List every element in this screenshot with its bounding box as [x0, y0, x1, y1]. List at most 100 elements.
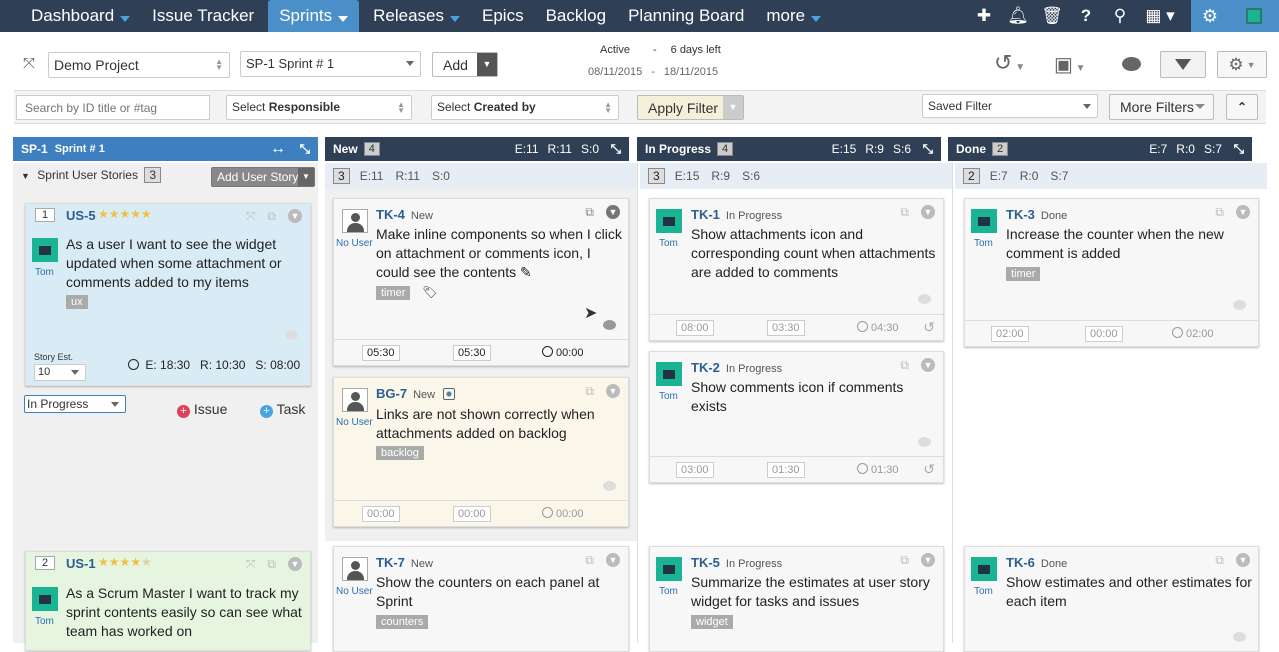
- chevron-down-icon[interactable]: ▼: [606, 553, 620, 567]
- collapse-button[interactable]: ⌃: [1226, 94, 1258, 120]
- tag[interactable]: widget: [691, 615, 733, 629]
- card-title[interactable]: Show estimates and other estimates for e…: [1006, 573, 1256, 611]
- assignee-name[interactable]: No User: [336, 238, 373, 249]
- add-user-story-button[interactable]: Add User Story ▼: [211, 167, 315, 187]
- remaining-box[interactable]: 00:00: [1085, 326, 1123, 342]
- nav-sprints[interactable]: Sprints: [268, 0, 360, 32]
- chevron-down-icon[interactable]: ▼: [288, 209, 302, 223]
- nav-planning-board[interactable]: Planning Board: [617, 0, 755, 32]
- tag[interactable]: backlog: [376, 446, 424, 460]
- copy-icon[interactable]: ⧉: [1215, 205, 1224, 220]
- responsible-select[interactable]: Select Responsible ▲ ▼: [226, 95, 412, 120]
- comment-icon[interactable]: [1233, 632, 1246, 642]
- card-id[interactable]: TK-1 In Progress: [691, 207, 782, 222]
- nav-backlog[interactable]: Backlog: [535, 0, 617, 32]
- expand-icon[interactable]: ⤧: [23, 55, 35, 72]
- comment-icon[interactable]: [603, 320, 616, 330]
- copy-icon[interactable]: ⧉: [900, 553, 909, 568]
- copy-icon[interactable]: ⧉: [585, 384, 594, 399]
- chevron-down-icon[interactable]: ▼: [921, 358, 935, 372]
- story-title[interactable]: As a user I want to see the widget updat…: [66, 235, 306, 292]
- task-card[interactable]: Tom TK-1 In Progress ⧉ ▼ Show attachments …: [649, 198, 944, 341]
- settings-button[interactable]: ⚙ ▼: [1217, 51, 1267, 78]
- estimate-box[interactable]: 00:00: [362, 506, 400, 522]
- assignee-name[interactable]: Tom: [659, 238, 678, 249]
- assignee-name[interactable]: No User: [336, 586, 373, 597]
- assignee-name[interactable]: Tom: [659, 586, 678, 597]
- chevron-down-icon[interactable]: ▼: [606, 384, 620, 398]
- search-icon[interactable]: ⚲: [1103, 6, 1137, 26]
- help-icon[interactable]: ?: [1069, 6, 1103, 26]
- filter-toggle-button[interactable]: [1160, 51, 1206, 78]
- card-title[interactable]: Show the counters on each panel at Sprin…: [376, 573, 626, 611]
- task-card[interactable]: Tom TK-3 Done ⧉ ▼ Increase the counter whe…: [964, 198, 1259, 347]
- comment-icon[interactable]: [285, 330, 298, 340]
- avatar[interactable]: [1229, 0, 1279, 32]
- story-estimate-select[interactable]: 10: [34, 364, 86, 381]
- assignee-name[interactable]: Tom: [974, 238, 993, 249]
- nav-dashboard[interactable]: Dashboard: [20, 0, 141, 32]
- assignee-name[interactable]: Tom: [35, 616, 54, 627]
- star-rating[interactable]: ★★★★★: [98, 555, 152, 569]
- assignee-name[interactable]: Tom: [659, 391, 678, 402]
- nav-issue-tracker[interactable]: Issue Tracker: [141, 0, 265, 32]
- history-icon[interactable]: ↺: [923, 461, 935, 478]
- estimate-box[interactable]: 03:00: [676, 462, 714, 478]
- chevron-down-icon[interactable]: ▼: [921, 553, 935, 567]
- chevron-down-icon[interactable]: ▼: [288, 557, 302, 571]
- add-issue-button[interactable]: + Issue: [177, 401, 227, 418]
- bell-icon[interactable]: 🔔︎: [1001, 6, 1035, 26]
- more-filters-button[interactable]: More Filters: [1109, 94, 1214, 120]
- estimate-box[interactable]: 08:00: [676, 320, 714, 336]
- card-id[interactable]: TK-2 In Progress: [691, 360, 782, 375]
- copy-icon[interactable]: ⧉: [267, 557, 276, 572]
- comment-icon[interactable]: [918, 437, 931, 447]
- chevron-down-icon[interactable]: ▼: [606, 205, 620, 219]
- copy-icon[interactable]: ⧉: [267, 209, 276, 224]
- assignee-name[interactable]: No User: [336, 417, 373, 428]
- copy-icon[interactable]: ⧉: [585, 205, 594, 220]
- compress-icon[interactable]: ⤡: [300, 141, 310, 157]
- compress-icon[interactable]: ⤡: [1234, 141, 1244, 157]
- card-title[interactable]: Show comments icon if comments exists: [691, 378, 941, 416]
- remaining-box[interactable]: 05:30: [453, 345, 491, 361]
- story-status-select[interactable]: In Progress: [24, 395, 126, 413]
- tag[interactable]: timer: [376, 286, 411, 300]
- story-title[interactable]: As a Scrum Master I want to track my spr…: [66, 584, 306, 641]
- pencil-icon[interactable]: ✎: [520, 264, 532, 280]
- task-card[interactable]: Tom TK-5 In Progress ⧉ ▼ Summarize the est…: [649, 546, 944, 652]
- search-input[interactable]: [16, 95, 210, 120]
- remaining-box[interactable]: 00:00: [453, 506, 491, 522]
- task-card[interactable]: No User TK-4 New ⧉ ▼ Make inline component…: [333, 198, 629, 366]
- copy-icon[interactable]: ⧉: [900, 358, 909, 373]
- assignee-name[interactable]: Tom: [974, 586, 993, 597]
- compress-icon[interactable]: ⤡: [611, 141, 621, 157]
- building-icon[interactable]: ▦ ▾: [1137, 6, 1183, 26]
- remaining-box[interactable]: 01:30: [767, 462, 805, 478]
- add-button[interactable]: Add ▼: [432, 52, 498, 77]
- copy-icon[interactable]: ⧉: [585, 553, 594, 568]
- pin-icon[interactable]: ⤧: [246, 557, 256, 572]
- layout-icon[interactable]: ▣ ▼: [1054, 52, 1086, 77]
- tag[interactable]: ux: [66, 295, 88, 309]
- card-title[interactable]: Make inline components so when I click o…: [376, 225, 626, 282]
- estimate-box[interactable]: 05:30: [362, 345, 400, 361]
- nav-more[interactable]: more: [755, 0, 832, 32]
- card-id[interactable]: TK-7 New: [376, 555, 433, 570]
- sprint-select[interactable]: SP-1 Sprint # 1: [240, 51, 421, 77]
- comment-icon[interactable]: [1122, 57, 1141, 71]
- caret-down-icon[interactable]: ▼: [21, 171, 30, 181]
- estimate-box[interactable]: 02:00: [991, 326, 1029, 342]
- user-story-card[interactable]: 2 US-1 ★★★★★ ⤧ ⧉ ▼ Tom As a Scrum Master I…: [25, 551, 311, 651]
- star-rating[interactable]: ★★★★★: [98, 207, 152, 221]
- story-id[interactable]: US-1: [66, 556, 96, 571]
- add-task-button[interactable]: + Task: [260, 401, 305, 418]
- card-title[interactable]: Links are not shown correctly when attac…: [376, 405, 626, 443]
- task-card[interactable]: No User TK-7 New ⧉ ▼ Show the counters on …: [333, 546, 629, 652]
- arrows-horizontal-icon[interactable]: ↔: [270, 140, 286, 158]
- card-id[interactable]: TK-4 New: [376, 207, 433, 222]
- user-story-card[interactable]: 1 US-5 ★★★★★ ⤧ ⧉ ▼ Tom As a user I want to…: [25, 203, 311, 386]
- assignee-name[interactable]: Tom: [35, 267, 54, 278]
- chevron-down-icon[interactable]: ▼: [921, 205, 935, 219]
- card-id[interactable]: TK-3 Done: [1006, 207, 1067, 222]
